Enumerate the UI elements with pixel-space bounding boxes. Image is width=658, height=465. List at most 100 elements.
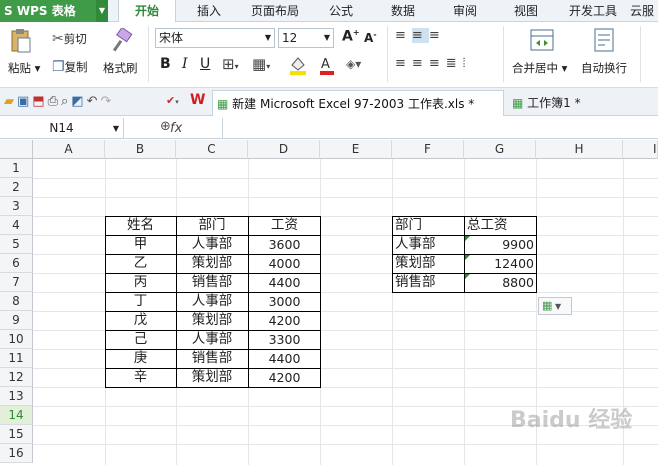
table-cell[interactable]: 4200 — [248, 311, 321, 330]
align-center-icon[interactable]: ≡ — [412, 56, 429, 71]
print-icon[interactable]: ⎙ — [48, 94, 61, 109]
spellcheck-icon[interactable]: ◩ — [71, 94, 86, 109]
tab-document-2[interactable]: ▦ 工作簿1 * — [508, 90, 618, 116]
menu-insert[interactable]: 插入 — [184, 0, 234, 22]
table-cell[interactable]: 人事部 — [395, 235, 463, 254]
table-header-cell[interactable]: 工资 — [248, 216, 321, 235]
column-header[interactable]: A — [33, 140, 105, 159]
table-cell[interactable]: 策划部 — [395, 254, 463, 273]
merge-center-icon[interactable] — [530, 28, 554, 52]
underline-button[interactable]: U — [200, 56, 210, 72]
table-cell[interactable]: 策划部 — [176, 254, 248, 273]
column-header[interactable]: E — [320, 140, 392, 159]
wrap-text-icon[interactable] — [593, 28, 617, 52]
menu-data[interactable]: 数据 — [380, 0, 426, 22]
cut-button[interactable]: ✂剪切 — [52, 30, 87, 48]
row-header[interactable]: 3 — [0, 197, 33, 216]
insert-function-button[interactable]: fx — [170, 118, 182, 139]
open-folder-icon[interactable]: ▰ — [4, 94, 17, 109]
font-name-select[interactable]: 宋体 ▼ — [155, 28, 275, 48]
table-cell[interactable]: 庚 — [105, 349, 176, 368]
table-cell[interactable]: 乙 — [105, 254, 176, 273]
print-preview-icon[interactable]: ⌕ — [61, 94, 71, 109]
table-cell[interactable]: 辛 — [105, 368, 176, 387]
menu-review[interactable]: 审阅 — [442, 0, 488, 22]
table-cell[interactable]: 3300 — [248, 330, 321, 349]
table-cell[interactable]: 甲 — [105, 235, 176, 254]
distribute-icon[interactable]: ⦙ — [463, 56, 472, 71]
decrease-font-icon[interactable]: A- — [364, 30, 377, 45]
table-cell[interactable]: 策划部 — [176, 311, 248, 330]
table-header-cell[interactable]: 姓名 — [105, 216, 176, 235]
column-header[interactable]: I — [623, 140, 658, 159]
wps-w-icon[interactable]: W — [190, 92, 208, 110]
table-cell[interactable]: 人事部 — [176, 235, 248, 254]
format-painter-icon[interactable] — [110, 26, 136, 54]
table-cell[interactable]: 9900 — [465, 235, 534, 254]
row-header[interactable]: 4 — [0, 216, 33, 235]
menu-view[interactable]: 视图 — [503, 0, 549, 22]
undo-icon[interactable]: ↶ — [87, 94, 101, 109]
justify-icon[interactable]: ≣ — [446, 56, 463, 71]
wrap-text-button[interactable]: 自动换行 — [581, 60, 627, 76]
table-cell[interactable]: 己 — [105, 330, 176, 349]
row-header[interactable]: 8 — [0, 292, 33, 311]
row-header[interactable]: 7 — [0, 273, 33, 292]
table-cell[interactable]: 戊 — [105, 311, 176, 330]
paste-button[interactable]: 粘贴 ▾ — [8, 60, 40, 76]
menu-home[interactable]: 开始 — [118, 0, 176, 22]
copy-button[interactable]: ❐复制 — [52, 58, 88, 76]
table-cell[interactable]: 丁 — [105, 292, 176, 311]
align-top-icon[interactable]: ≡ — [395, 28, 412, 43]
table-cell[interactable]: 8800 — [465, 273, 534, 292]
export-pdf-icon[interactable]: ⬒ — [32, 94, 47, 109]
table-cell[interactable]: 3600 — [248, 235, 321, 254]
row-header[interactable]: 15 — [0, 425, 33, 444]
table-cell[interactable]: 丙 — [105, 273, 176, 292]
column-header[interactable]: H — [536, 140, 623, 159]
menu-developer[interactable]: 开发工具 — [562, 0, 624, 22]
table-cell[interactable]: 人事部 — [176, 330, 248, 349]
table-cell[interactable]: 销售部 — [395, 273, 463, 292]
column-header[interactable]: C — [176, 140, 248, 159]
italic-button[interactable]: I — [182, 56, 188, 72]
align-left-icon[interactable]: ≡ — [395, 56, 412, 71]
column-header[interactable]: G — [464, 140, 536, 159]
row-header[interactable]: 13 — [0, 387, 33, 406]
row-header[interactable]: 5 — [0, 235, 33, 254]
merge-center-button[interactable]: 合并居中 ▾ — [512, 60, 567, 76]
font-color-icon[interactable]: A — [318, 55, 340, 75]
table-cell[interactable]: 4400 — [248, 273, 321, 292]
menu-formulas[interactable]: 公式 — [318, 0, 364, 22]
table-header-cell[interactable]: 部门 — [395, 216, 463, 235]
table-cell[interactable]: 4000 — [248, 254, 321, 273]
pin-icon[interactable]: ✔▾ — [166, 94, 179, 107]
cell-style-icon[interactable]: ▦▾ — [252, 55, 270, 73]
app-logo-button[interactable]: S WPS 表格 — [0, 0, 108, 22]
tab-document-1[interactable]: ▦ 新建 Microsoft Excel 97-2003 工作表.xls * — [212, 90, 504, 116]
align-middle-icon[interactable]: ≡ — [411, 28, 429, 43]
spreadsheet-grid[interactable]: A B C D E F G H I 1 2 3 4 5 6 7 8 9 10 1… — [0, 140, 658, 465]
row-header[interactable]: 10 — [0, 330, 33, 349]
menu-cloud[interactable]: 云服 — [630, 0, 658, 22]
row-header[interactable]: 6 — [0, 254, 33, 273]
column-header[interactable]: B — [105, 140, 176, 159]
row-header[interactable]: 16 — [0, 444, 33, 463]
font-size-select[interactable]: 12 ▼ — [278, 28, 334, 48]
redo-icon[interactable]: ↷ — [100, 94, 114, 109]
table-cell[interactable]: 4400 — [248, 349, 321, 368]
paste-options-button[interactable]: ▦ ▼ — [538, 297, 572, 315]
formula-input[interactable] — [222, 118, 658, 139]
align-right-icon[interactable]: ≡ — [429, 56, 446, 71]
row-header[interactable]: 2 — [0, 178, 33, 197]
align-bottom-icon[interactable]: ≡ — [429, 28, 446, 43]
table-cell[interactable]: 12400 — [465, 254, 534, 273]
clear-format-icon[interactable]: ◈▾ — [346, 57, 361, 71]
paste-icon[interactable] — [10, 28, 36, 54]
row-header[interactable]: 12 — [0, 368, 33, 387]
save-icon[interactable]: ▣ — [17, 94, 32, 109]
row-header[interactable]: 1 — [0, 159, 33, 178]
border-icon[interactable]: ⊞▾ — [222, 55, 239, 73]
table-header-cell[interactable]: 总工资 — [467, 216, 536, 235]
row-header-active[interactable]: 14 — [0, 406, 33, 425]
